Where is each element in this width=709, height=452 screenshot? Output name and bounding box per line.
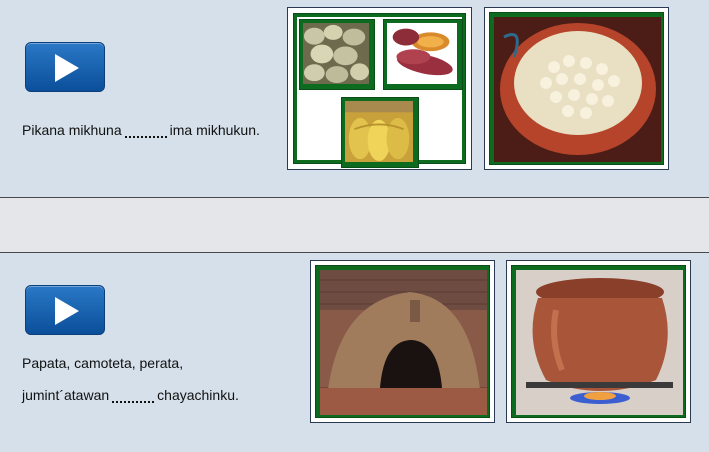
sweet-potato-image bbox=[383, 19, 463, 90]
corn-cobs-image bbox=[341, 97, 419, 168]
corn-bowl-picture bbox=[494, 17, 661, 162]
potatoes-picture bbox=[303, 23, 369, 84]
play-button[interactable] bbox=[25, 285, 105, 335]
sentence-part-1: Pikana mikhuna bbox=[22, 122, 122, 138]
answer-blank[interactable] bbox=[124, 136, 167, 138]
exercise-card-1: Pikana mikhuna ima mikhukun. bbox=[0, 0, 709, 198]
clay-oven-image bbox=[315, 265, 490, 418]
answer-blank[interactable] bbox=[112, 401, 155, 403]
corn-cobs-picture bbox=[345, 101, 413, 162]
sentence-part-1: jumint´atawan bbox=[22, 387, 110, 403]
exercise-1-sentence: Pikana mikhuna ima mikhukun. bbox=[22, 122, 260, 138]
play-icon bbox=[55, 297, 79, 325]
collage-green-border bbox=[293, 13, 466, 168]
play-button[interactable] bbox=[25, 42, 105, 92]
clay-pot-picture bbox=[516, 270, 683, 415]
clay-oven-picture bbox=[320, 270, 487, 415]
corn-bowl-frame bbox=[484, 7, 669, 170]
play-icon bbox=[55, 54, 79, 82]
clay-oven-frame bbox=[310, 260, 495, 423]
exercise-card-2: Papata, camoteta, perata, jumint´atawan c… bbox=[0, 252, 709, 452]
exercise-2-sentence: jumint´atawan chayachinku. bbox=[22, 387, 239, 403]
image-collage-frame bbox=[287, 7, 472, 170]
sentence-part-2: chayachinku. bbox=[157, 387, 239, 403]
sentence-line-1: Papata, camoteta, perata, bbox=[22, 355, 184, 371]
clay-pot-image bbox=[511, 265, 686, 418]
potatoes-image bbox=[299, 19, 375, 90]
sweet-potato-picture bbox=[387, 23, 457, 84]
sentence-part-2: ima mikhukun. bbox=[169, 122, 260, 138]
clay-pot-frame bbox=[506, 260, 691, 423]
corn-bowl-image bbox=[489, 12, 664, 165]
